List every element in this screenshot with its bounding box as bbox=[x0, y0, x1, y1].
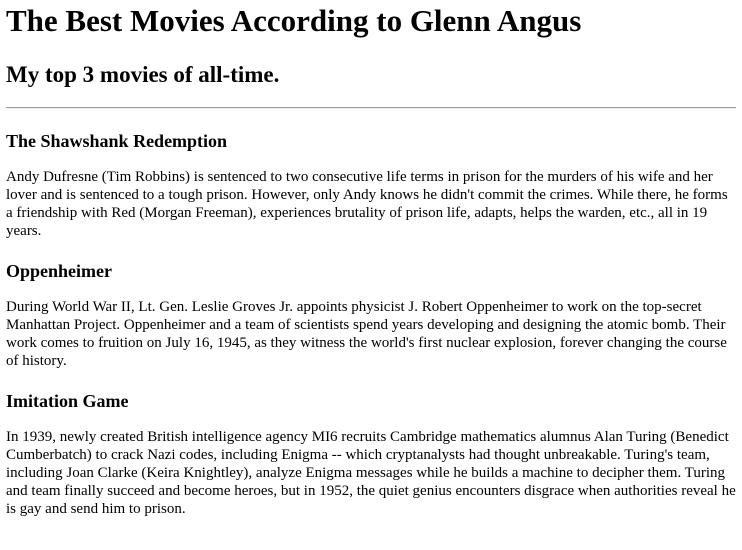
divider bbox=[6, 107, 736, 109]
movie-description: During World War II, Lt. Gen. Leslie Gro… bbox=[6, 299, 727, 369]
page-title: The Best Movies According to Glenn Angus bbox=[6, 3, 582, 38]
movie-description: In 1939, newly created British intellige… bbox=[6, 429, 736, 517]
page-subtitle: My top 3 movies of all-time. bbox=[6, 62, 280, 87]
movie-section: The Shawshank Redemption Andy Dufresne (… bbox=[6, 130, 736, 240]
movie-section: Imitation Game In 1939, newly created Br… bbox=[6, 390, 736, 518]
movie-title: Imitation Game bbox=[6, 391, 129, 411]
page-content: The Best Movies According to Glenn Angus… bbox=[0, 0, 742, 518]
movie-description: Andy Dufresne (Tim Robbins) is sentenced… bbox=[6, 169, 728, 239]
movie-title: Oppenheimer bbox=[6, 261, 112, 281]
movie-section: Oppenheimer During World War II, Lt. Gen… bbox=[6, 260, 736, 370]
movie-title: The Shawshank Redemption bbox=[6, 131, 228, 151]
